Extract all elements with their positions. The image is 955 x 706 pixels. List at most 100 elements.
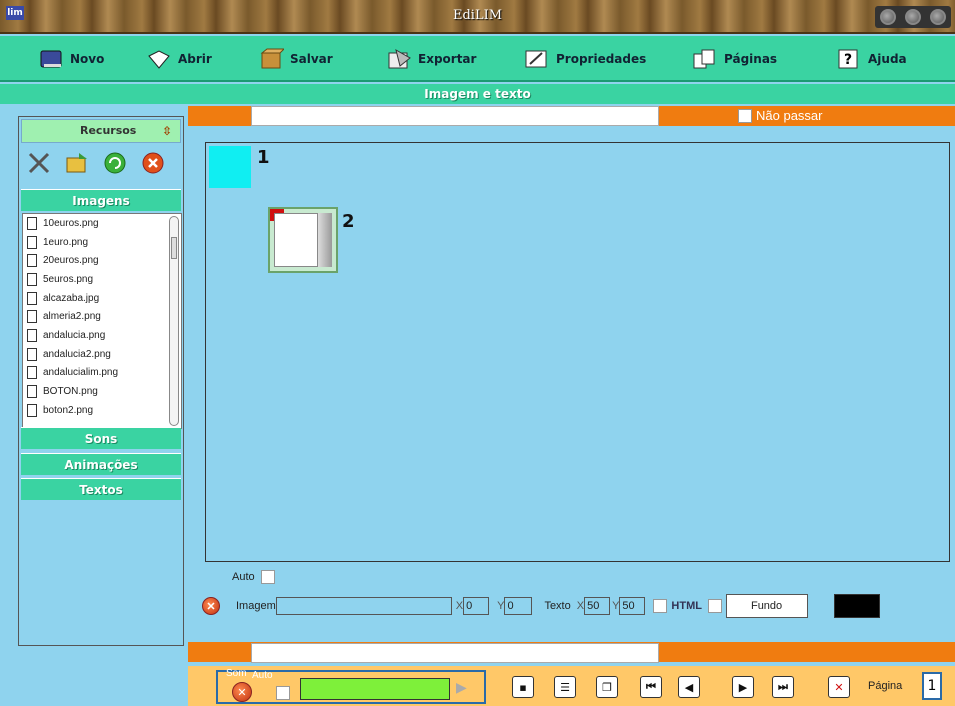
- refresh-icon[interactable]: [103, 151, 127, 175]
- fundo-label: Fundo: [725, 594, 808, 618]
- resources-header[interactable]: Recursos ⇳: [21, 119, 181, 143]
- list-item[interactable]: andalucia2.png: [23, 345, 181, 364]
- list-item[interactable]: boton2.png: [23, 401, 181, 420]
- play-icon[interactable]: ▶: [456, 680, 467, 696]
- image-y-field[interactable]: 0: [504, 597, 533, 615]
- tools-icon[interactable]: [27, 151, 51, 175]
- properties-button[interactable]: Propriedades: [524, 44, 646, 74]
- list-item[interactable]: almeria2.png: [23, 307, 181, 326]
- sound-remove-icon[interactable]: ✕: [232, 682, 252, 702]
- file-icon: [27, 385, 37, 399]
- file-icon: [27, 366, 37, 380]
- auto-checkbox[interactable]: [260, 570, 275, 584]
- window-title: EdiLIM: [452, 8, 503, 23]
- image-field[interactable]: [275, 597, 452, 615]
- folder-add-icon[interactable]: [65, 151, 89, 175]
- category-sounds[interactable]: Sons: [21, 427, 181, 449]
- auto-option[interactable]: Auto: [232, 570, 279, 584]
- copy-page-button[interactable]: ❐: [596, 676, 618, 698]
- minimize-button[interactable]: [879, 9, 896, 25]
- pages-icon: [692, 47, 718, 71]
- resource-actions: [27, 151, 177, 181]
- save-button[interactable]: Salvar: [258, 44, 333, 74]
- maximize-button[interactable]: [904, 9, 921, 25]
- list-item[interactable]: andalucialim.png: [23, 364, 181, 383]
- prev-page-button[interactable]: ◀: [678, 676, 700, 698]
- list-icon: ☰: [560, 680, 570, 694]
- scrollbar-thumb[interactable]: [171, 237, 177, 259]
- delete-page-button[interactable]: ✕: [828, 676, 850, 698]
- list-item[interactable]: 10euros.png: [23, 214, 181, 233]
- resources-panel: Recursos ⇳ Imagens 10euros.png 1euro.png…: [18, 116, 184, 646]
- title-bar: lim EdiLIM: [0, 0, 955, 34]
- file-icon: [27, 216, 37, 230]
- category-animations[interactable]: Animações: [21, 453, 181, 475]
- file-icon: [27, 328, 37, 342]
- list-item[interactable]: 1euro.png: [23, 233, 181, 252]
- element-properties: Auto ✕ Imagem X 0 Y 0 Texto X 50 Y 50 HT…: [188, 568, 955, 638]
- list-item[interactable]: alcazaba.jpg: [23, 289, 181, 308]
- prev-icon: ◀: [684, 680, 694, 694]
- element-2-text-box[interactable]: [268, 207, 338, 273]
- svg-text:?: ?: [844, 52, 852, 68]
- image-x-field[interactable]: 0: [463, 597, 490, 615]
- new-button[interactable]: Novo: [38, 44, 104, 74]
- floppy-icon: ▪: [519, 680, 527, 694]
- close-window-button[interactable]: [930, 9, 947, 25]
- top-text-input[interactable]: [251, 106, 659, 126]
- no-pass-checkbox[interactable]: [738, 108, 752, 123]
- next-page-button[interactable]: ▶: [732, 676, 754, 698]
- list-button[interactable]: ☰: [554, 676, 576, 698]
- delete-resource-icon[interactable]: [141, 151, 165, 175]
- help-button[interactable]: ? Ajuda: [836, 44, 907, 74]
- last-icon: ⏭: [778, 680, 788, 693]
- help-icon: ?: [836, 47, 862, 71]
- last-page-button[interactable]: ⏭: [772, 676, 794, 698]
- category-texts[interactable]: Textos: [21, 478, 181, 500]
- file-list-scrollbar[interactable]: [169, 216, 179, 426]
- sound-progress-bar[interactable]: [300, 678, 450, 700]
- delete-element-icon[interactable]: ✕: [202, 597, 220, 615]
- list-item[interactable]: 20euros.png: [23, 251, 181, 270]
- list-item[interactable]: 5euros.png: [23, 270, 181, 289]
- sound-label: Som: [226, 668, 247, 679]
- list-item[interactable]: andalucia.png: [23, 326, 181, 345]
- file-icon: [27, 403, 37, 417]
- file-icon: [27, 347, 37, 361]
- page-type-header: Imagem e texto: [0, 84, 955, 104]
- page-number-field[interactable]: 1: [922, 672, 942, 700]
- fundo-color-swatch[interactable]: [833, 594, 880, 618]
- sound-auto-label: Auto: [252, 670, 273, 681]
- file-icon: [27, 310, 37, 324]
- page-label: Página: [868, 680, 903, 692]
- sound-auto-checkbox[interactable]: [276, 686, 290, 700]
- document-shadow: [318, 213, 332, 267]
- open-icon: [146, 47, 172, 71]
- copy-icon: ❐: [602, 680, 612, 694]
- page-canvas[interactable]: 1 2: [205, 142, 950, 562]
- bottom-text-input[interactable]: [251, 643, 659, 663]
- pages-button[interactable]: Páginas: [692, 44, 777, 74]
- element-1-box[interactable]: [209, 146, 251, 188]
- fundo-checkbox[interactable]: [707, 599, 722, 613]
- file-icon: [27, 272, 37, 286]
- html-checkbox[interactable]: [653, 599, 668, 613]
- window-controls: [875, 6, 951, 28]
- file-icon: [27, 235, 37, 249]
- save-page-button[interactable]: ▪: [512, 676, 534, 698]
- text-y-field[interactable]: 50: [619, 597, 646, 615]
- export-button[interactable]: Exportar: [386, 44, 476, 74]
- text-x-field[interactable]: 50: [584, 597, 611, 615]
- first-page-button[interactable]: ⏮: [640, 676, 662, 698]
- no-pass-option[interactable]: Não passar: [738, 108, 822, 123]
- element-1-label: 1: [257, 147, 270, 168]
- category-images[interactable]: Imagens: [21, 189, 181, 211]
- status-bar: Som Auto ✕ ▶ ▪ ☰ ❐ ⏮ ◀ ▶ ⏭ ✕ Página 1: [188, 666, 955, 706]
- element-2-label: 2: [342, 211, 355, 232]
- sound-controls: Som Auto ✕ ▶: [216, 668, 486, 704]
- list-item[interactable]: BOTON.png: [23, 382, 181, 401]
- document-icon: [274, 213, 318, 267]
- main-toolbar: Novo Abrir Salvar Exportar Propriedades …: [0, 36, 955, 82]
- open-button[interactable]: Abrir: [146, 44, 212, 74]
- file-icon: [27, 254, 37, 268]
